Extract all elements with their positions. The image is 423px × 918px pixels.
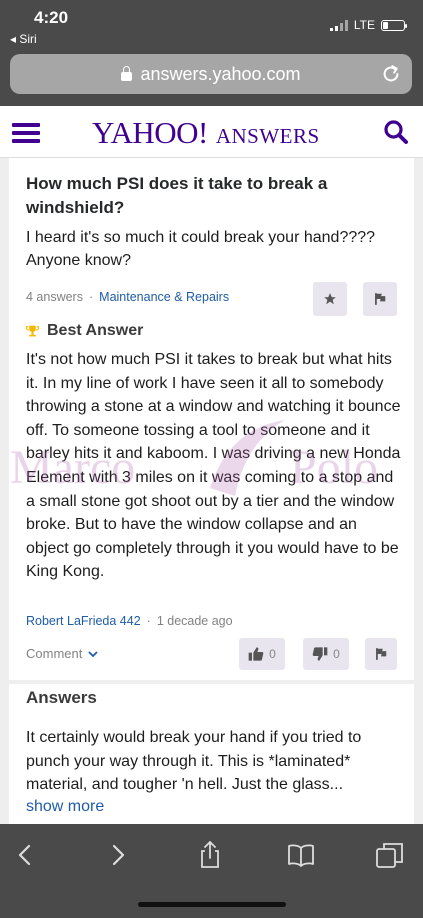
report-answer-button[interactable]	[365, 638, 397, 670]
author-separator: ·	[146, 614, 151, 628]
comment-label: Comment	[26, 646, 83, 661]
answer-text: It certainly would break your hand if yo…	[26, 729, 362, 794]
browser-chrome: 4:20 ◂ Siri LTE answers.yahoo.com	[0, 0, 423, 106]
signal-icon	[329, 19, 348, 31]
status-indicators: LTE	[329, 18, 407, 32]
network-label: LTE	[353, 18, 375, 32]
best-answer-text: It's not how much PSI it takes to break …	[26, 351, 401, 581]
search-icon[interactable]	[383, 119, 409, 145]
answers-count: 4 answers	[26, 290, 83, 304]
battery-icon	[381, 19, 407, 31]
show-more-link[interactable]: show more	[26, 798, 104, 816]
lock-icon	[121, 65, 133, 81]
reload-icon[interactable]	[380, 63, 402, 85]
bookmarks-icon[interactable]	[286, 840, 316, 870]
star-button[interactable]	[313, 282, 347, 316]
answer-author-line: Robert LaFrieda 442 · 1 decade ago	[26, 614, 233, 628]
answers-heading: Answers	[26, 688, 97, 707]
trophy-icon	[26, 325, 39, 337]
comment-toggle[interactable]: Comment	[26, 646, 98, 661]
thumbs-down-button[interactable]: 0	[303, 638, 349, 670]
question-body: I heard it's so much it could break your…	[26, 229, 376, 269]
thumbs-up-icon	[248, 647, 264, 661]
question-card: How much PSI does it take to break a win…	[9, 158, 414, 680]
siri-back-link[interactable]: ◂ Siri	[10, 32, 37, 46]
best-answer-label: Best Answer	[47, 322, 144, 339]
home-indicator[interactable]	[138, 902, 286, 907]
logo-answers: ANSWERS	[215, 124, 320, 148]
menu-icon[interactable]	[12, 123, 40, 143]
status-time: 4:20	[34, 8, 69, 27]
site-header: YAHOO! ANSWERS	[0, 106, 423, 158]
downvote-count: 0	[333, 647, 340, 661]
url-text: answers.yahoo.com	[140, 63, 301, 84]
star-icon	[324, 293, 336, 305]
flag-icon	[375, 293, 386, 305]
question-meta: 4 answers · Maintenance & Repairs	[26, 290, 229, 304]
chevron-down-icon	[88, 650, 98, 657]
share-icon[interactable]	[195, 840, 225, 870]
tabs-icon[interactable]	[375, 840, 405, 870]
report-button[interactable]	[363, 282, 397, 316]
logo-yahoo: YAHOO!	[92, 115, 208, 150]
meta-separator: ·	[88, 290, 94, 304]
answer-time: 1 decade ago	[156, 614, 233, 628]
best-answer-heading: Best Answer	[26, 322, 143, 340]
back-icon[interactable]	[10, 840, 40, 870]
forward-icon[interactable]	[103, 840, 133, 870]
url-bar[interactable]: answers.yahoo.com	[10, 54, 412, 94]
yahoo-answers-logo[interactable]: YAHOO! ANSWERS	[92, 115, 320, 151]
thumbs-down-icon	[312, 647, 328, 661]
flag-icon	[376, 648, 387, 660]
author-link[interactable]: Robert LaFrieda 442	[26, 614, 141, 628]
thumbs-up-button[interactable]: 0	[239, 638, 285, 670]
upvote-count: 0	[269, 647, 276, 661]
category-link[interactable]: Maintenance & Repairs	[99, 290, 229, 304]
answers-card: Answers It certainly would break your ha…	[9, 684, 414, 824]
question-title: How much PSI does it take to break a win…	[26, 174, 328, 217]
